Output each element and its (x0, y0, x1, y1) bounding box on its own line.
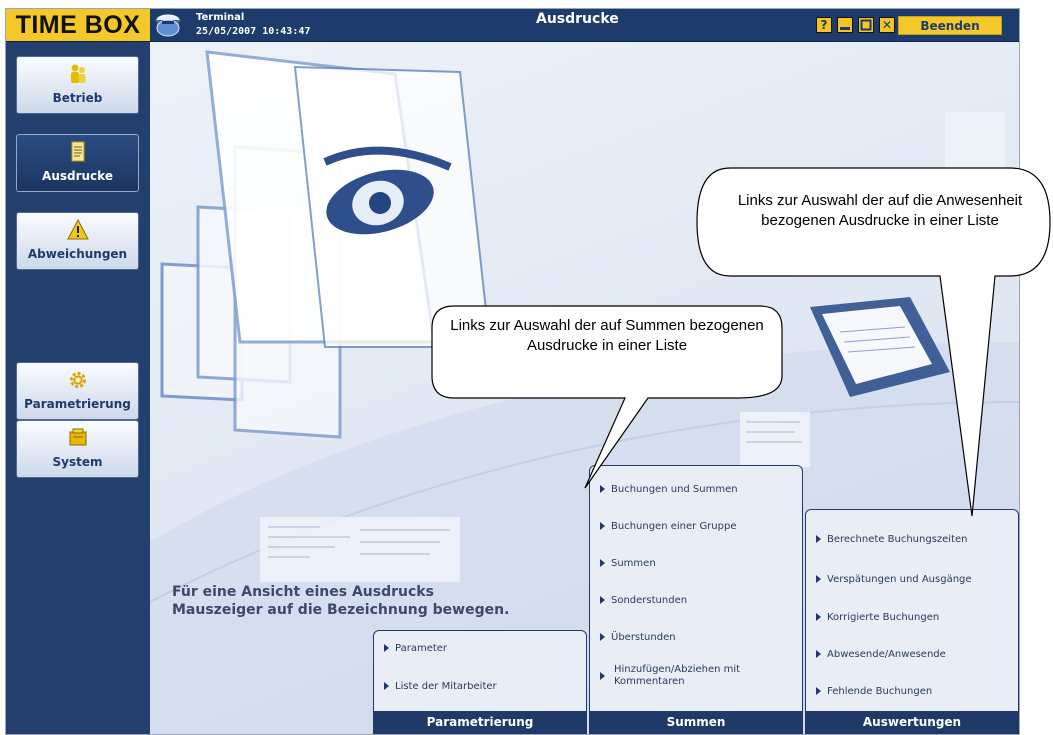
callout-anwesenheit-text: Links zur Auswahl der auf die Anwesenhei… (737, 192, 1023, 229)
callout-summen-text: Links zur Auswahl der auf Summen bezogen… (450, 317, 764, 354)
callout-overlay (431, 167, 1051, 517)
